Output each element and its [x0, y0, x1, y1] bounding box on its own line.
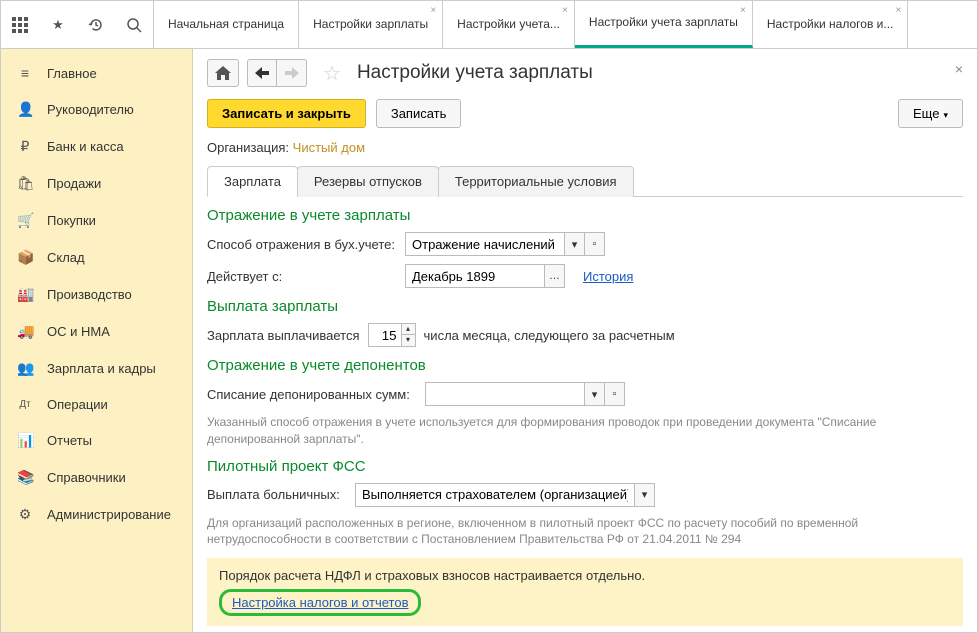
page-title: Настройки учета зарплаты: [357, 62, 593, 84]
bag-icon: 🛍: [17, 175, 33, 192]
sidebar-item-main[interactable]: ≡Главное: [1, 55, 192, 91]
sidebar-item-bank[interactable]: ₽Банк и касса: [1, 128, 192, 165]
forward-button[interactable]: [277, 59, 307, 87]
ellipsis-icon[interactable]: …: [545, 264, 565, 288]
section-fss-title: Пилотный проект ФСС: [207, 458, 963, 475]
sidebar-item-reports[interactable]: 📊Отчеты: [1, 422, 192, 459]
section-deposit-title: Отражение в учете депонентов: [207, 357, 963, 374]
sick-help: Для организаций расположенных в регионе,…: [207, 515, 963, 549]
tab-salary-account[interactable]: Настройки учета зарплаты×: [575, 1, 753, 48]
deposit-label: Списание депонированных сумм:: [207, 387, 417, 402]
back-button[interactable]: [247, 59, 277, 87]
tab-salary-settings[interactable]: Настройки зарплаты×: [299, 1, 443, 48]
person-icon: 👤: [17, 101, 33, 118]
subtab-salary[interactable]: Зарплата: [207, 166, 298, 197]
sick-label: Выплата больничных:: [207, 487, 347, 502]
deposit-input[interactable]: [425, 382, 585, 406]
gear-icon: ⚙: [17, 506, 33, 523]
highlight-box: Порядок расчета НДФЛ и страховых взносов…: [207, 558, 963, 626]
save-close-button[interactable]: Записать и закрыть: [207, 99, 366, 128]
dt-icon: Дт: [17, 399, 33, 410]
reflect-input[interactable]: [405, 232, 565, 256]
search-icon[interactable]: [115, 1, 153, 49]
cart-icon: 🛒: [17, 212, 33, 229]
sidebar-item-hr[interactable]: 👥Зарплата и кадры: [1, 350, 192, 387]
sidebar-item-assets[interactable]: 🚚ОС и НМА: [1, 313, 192, 350]
favorite-icon[interactable]: ☆: [323, 61, 341, 86]
section-reflection-title: Отражение в учете зарплаты: [207, 207, 963, 224]
spin-up-icon[interactable]: ▴: [402, 323, 416, 335]
sidebar-item-sales[interactable]: 🛍Продажи: [1, 165, 192, 202]
reflect-label: Способ отражения в бух.учете:: [207, 237, 397, 252]
tab-account-settings[interactable]: Настройки учета...×: [443, 1, 575, 48]
history-icon[interactable]: [77, 1, 115, 49]
effective-input[interactable]: [405, 264, 545, 288]
menu-icon: ≡: [17, 65, 33, 81]
pay-day-input[interactable]: [368, 323, 402, 347]
more-button[interactable]: Еще▾: [898, 99, 963, 128]
tab-bar: Начальная страница Настройки зарплаты× Н…: [154, 1, 977, 48]
close-icon[interactable]: ×: [740, 5, 746, 16]
subtab-territorial[interactable]: Территориальные условия: [438, 166, 634, 197]
dropdown-icon[interactable]: ▾: [565, 232, 585, 256]
sidebar-item-operations[interactable]: ДтОперации: [1, 387, 192, 422]
star-icon[interactable]: ★: [39, 1, 77, 49]
chart-icon: 📊: [17, 432, 33, 449]
open-icon[interactable]: ▫: [605, 382, 625, 406]
box-icon: 📦: [17, 249, 33, 266]
org-label: Организация:: [207, 140, 289, 155]
sick-input[interactable]: [355, 483, 635, 507]
tab-home[interactable]: Начальная страница: [154, 1, 299, 48]
spin-down-icon[interactable]: ▾: [402, 335, 416, 347]
close-icon[interactable]: ×: [562, 5, 568, 16]
sidebar-item-production[interactable]: 🏭Производство: [1, 276, 192, 313]
deposit-help: Указанный способ отражения в учете испол…: [207, 414, 963, 448]
tax-settings-link[interactable]: Настройка налогов и отчетов: [219, 589, 421, 616]
top-bar: ★ Начальная страница Настройки зарплаты×…: [1, 1, 977, 49]
open-icon[interactable]: ▫: [585, 232, 605, 256]
factory-icon: 🏭: [17, 286, 33, 303]
close-icon[interactable]: ×: [430, 5, 436, 16]
tab-tax-settings[interactable]: Настройки налогов и...×: [753, 1, 909, 48]
books-icon: 📚: [17, 469, 33, 486]
people-icon: 👥: [17, 360, 33, 377]
sidebar-item-manager[interactable]: 👤Руководителю: [1, 91, 192, 128]
ruble-icon: ₽: [17, 138, 33, 155]
truck-icon: 🚚: [17, 323, 33, 340]
close-panel-icon[interactable]: ×: [955, 61, 963, 77]
close-icon[interactable]: ×: [896, 5, 902, 16]
home-button[interactable]: [207, 59, 239, 87]
sidebar-item-warehouse[interactable]: 📦Склад: [1, 239, 192, 276]
dropdown-icon[interactable]: ▾: [585, 382, 605, 406]
subtab-reserves[interactable]: Резервы отпусков: [297, 166, 439, 197]
effective-label: Действует с:: [207, 269, 397, 284]
sidebar-item-purchases[interactable]: 🛒Покупки: [1, 202, 192, 239]
sidebar-item-catalogs[interactable]: 📚Справочники: [1, 459, 192, 496]
org-value: Чистый дом: [293, 140, 365, 155]
pay-suffix: числа месяца, следующего за расчетным: [424, 328, 675, 343]
history-link[interactable]: История: [583, 269, 633, 284]
section-payment-title: Выплата зарплаты: [207, 298, 963, 315]
content: × ☆ Настройки учета зарплаты Записать и …: [193, 49, 977, 632]
save-button[interactable]: Записать: [376, 99, 462, 128]
apps-icon[interactable]: [1, 1, 39, 49]
sidebar: ≡Главное 👤Руководителю ₽Банк и касса 🛍Пр…: [1, 49, 193, 632]
highlight-text: Порядок расчета НДФЛ и страховых взносов…: [219, 568, 951, 583]
pay-label: Зарплата выплачивается: [207, 328, 360, 343]
dropdown-icon[interactable]: ▾: [635, 483, 655, 507]
sidebar-item-admin[interactable]: ⚙Администрирование: [1, 496, 192, 533]
